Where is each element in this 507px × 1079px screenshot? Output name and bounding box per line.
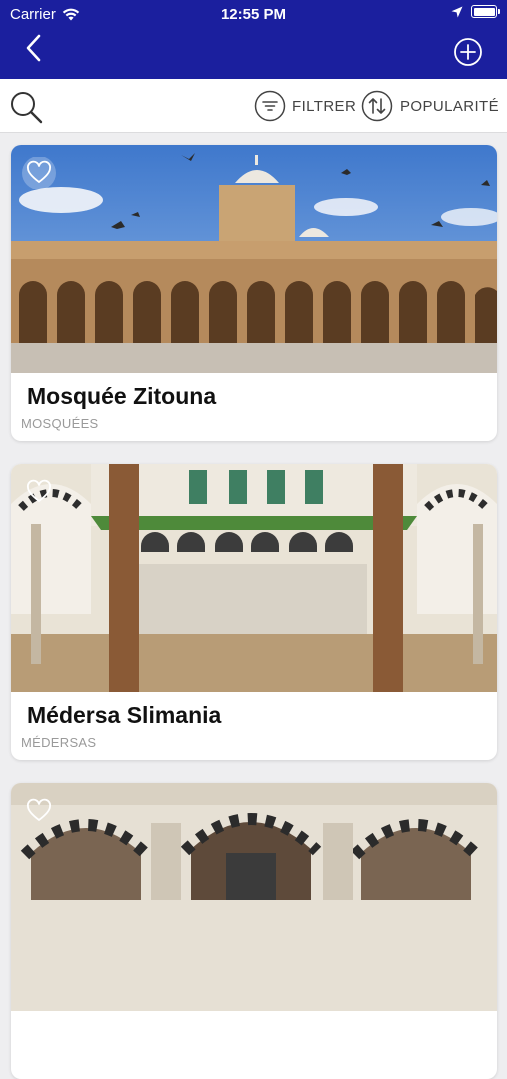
- heart-icon[interactable]: [21, 157, 57, 189]
- navigation-bar: Carrier 12:55 PM: [0, 0, 507, 79]
- status-right: [451, 5, 500, 18]
- heart-icon[interactable]: [21, 476, 57, 508]
- filter-icon: [254, 90, 286, 122]
- chevron-left-icon[interactable]: [20, 30, 50, 66]
- place-category: MÉDERSAS: [21, 735, 97, 750]
- place-card[interactable]: [11, 783, 497, 1079]
- filter-label: FILTRER: [292, 97, 357, 115]
- status-bar: Carrier 12:55 PM: [0, 0, 507, 28]
- place-photo: [11, 145, 497, 373]
- filter-button[interactable]: FILTRER: [254, 90, 356, 122]
- place-title: Mosquée Zitouna: [27, 383, 217, 409]
- place-photo: [11, 783, 497, 1011]
- filter-toolbar: FILTRER POPULARITÉ: [0, 79, 507, 133]
- sort-icon: [361, 90, 393, 122]
- place-card[interactable]: Mosquée Zitouna MOSQUÉES: [11, 145, 497, 441]
- search-icon[interactable]: [8, 90, 44, 124]
- battery-icon: [471, 5, 500, 18]
- place-photo: [11, 464, 497, 692]
- plus-circle-icon[interactable]: [453, 37, 483, 67]
- clock: 12:55 PM: [220, 6, 287, 23]
- location-arrow-icon: [451, 6, 463, 17]
- sort-label: POPULARITÉ: [400, 97, 500, 115]
- place-category: MOSQUÉES: [21, 416, 99, 431]
- heart-icon[interactable]: [21, 795, 57, 827]
- place-title: Médersa Slimania: [27, 702, 222, 728]
- sort-button[interactable]: POPULARITÉ: [361, 90, 499, 122]
- place-card[interactable]: Médersa Slimania MÉDERSAS: [11, 464, 497, 760]
